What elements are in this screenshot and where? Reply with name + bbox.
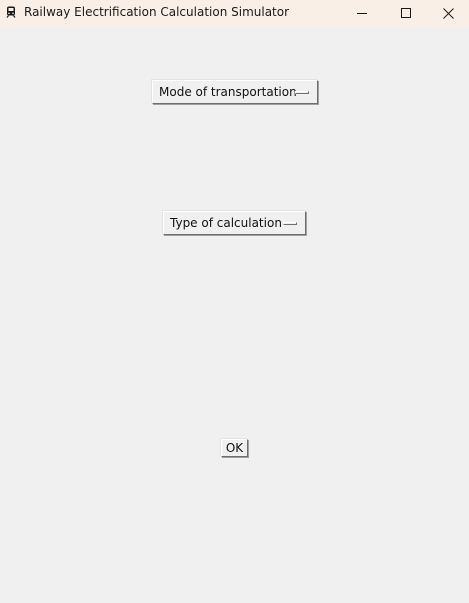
close-icon [443, 7, 454, 19]
minimize-icon [357, 13, 367, 14]
title-bar[interactable]: Railway Electrification Calculation Simu… [0, 0, 469, 26]
maximize-button[interactable] [384, 0, 428, 26]
ok-button-label: OK [225, 441, 244, 455]
dropdown-indicator-icon [283, 222, 297, 225]
window-title: Railway Electrification Calculation Simu… [24, 5, 290, 19]
type-of-calculation-dropdown[interactable]: Type of calculation [163, 211, 306, 235]
train-icon [6, 6, 16, 18]
type-of-calculation-label: Type of calculation [170, 216, 282, 230]
maximize-icon [401, 8, 411, 18]
mode-of-transportation-dropdown[interactable]: Mode of transportation [152, 80, 318, 104]
ok-button[interactable]: OK [221, 439, 248, 457]
close-button[interactable] [428, 0, 469, 26]
mode-of-transportation-label: Mode of transportation [159, 85, 297, 99]
dropdown-indicator-icon [295, 91, 309, 94]
app-window: Railway Electrification Calculation Simu… [0, 0, 469, 603]
minimize-button[interactable] [340, 0, 384, 26]
